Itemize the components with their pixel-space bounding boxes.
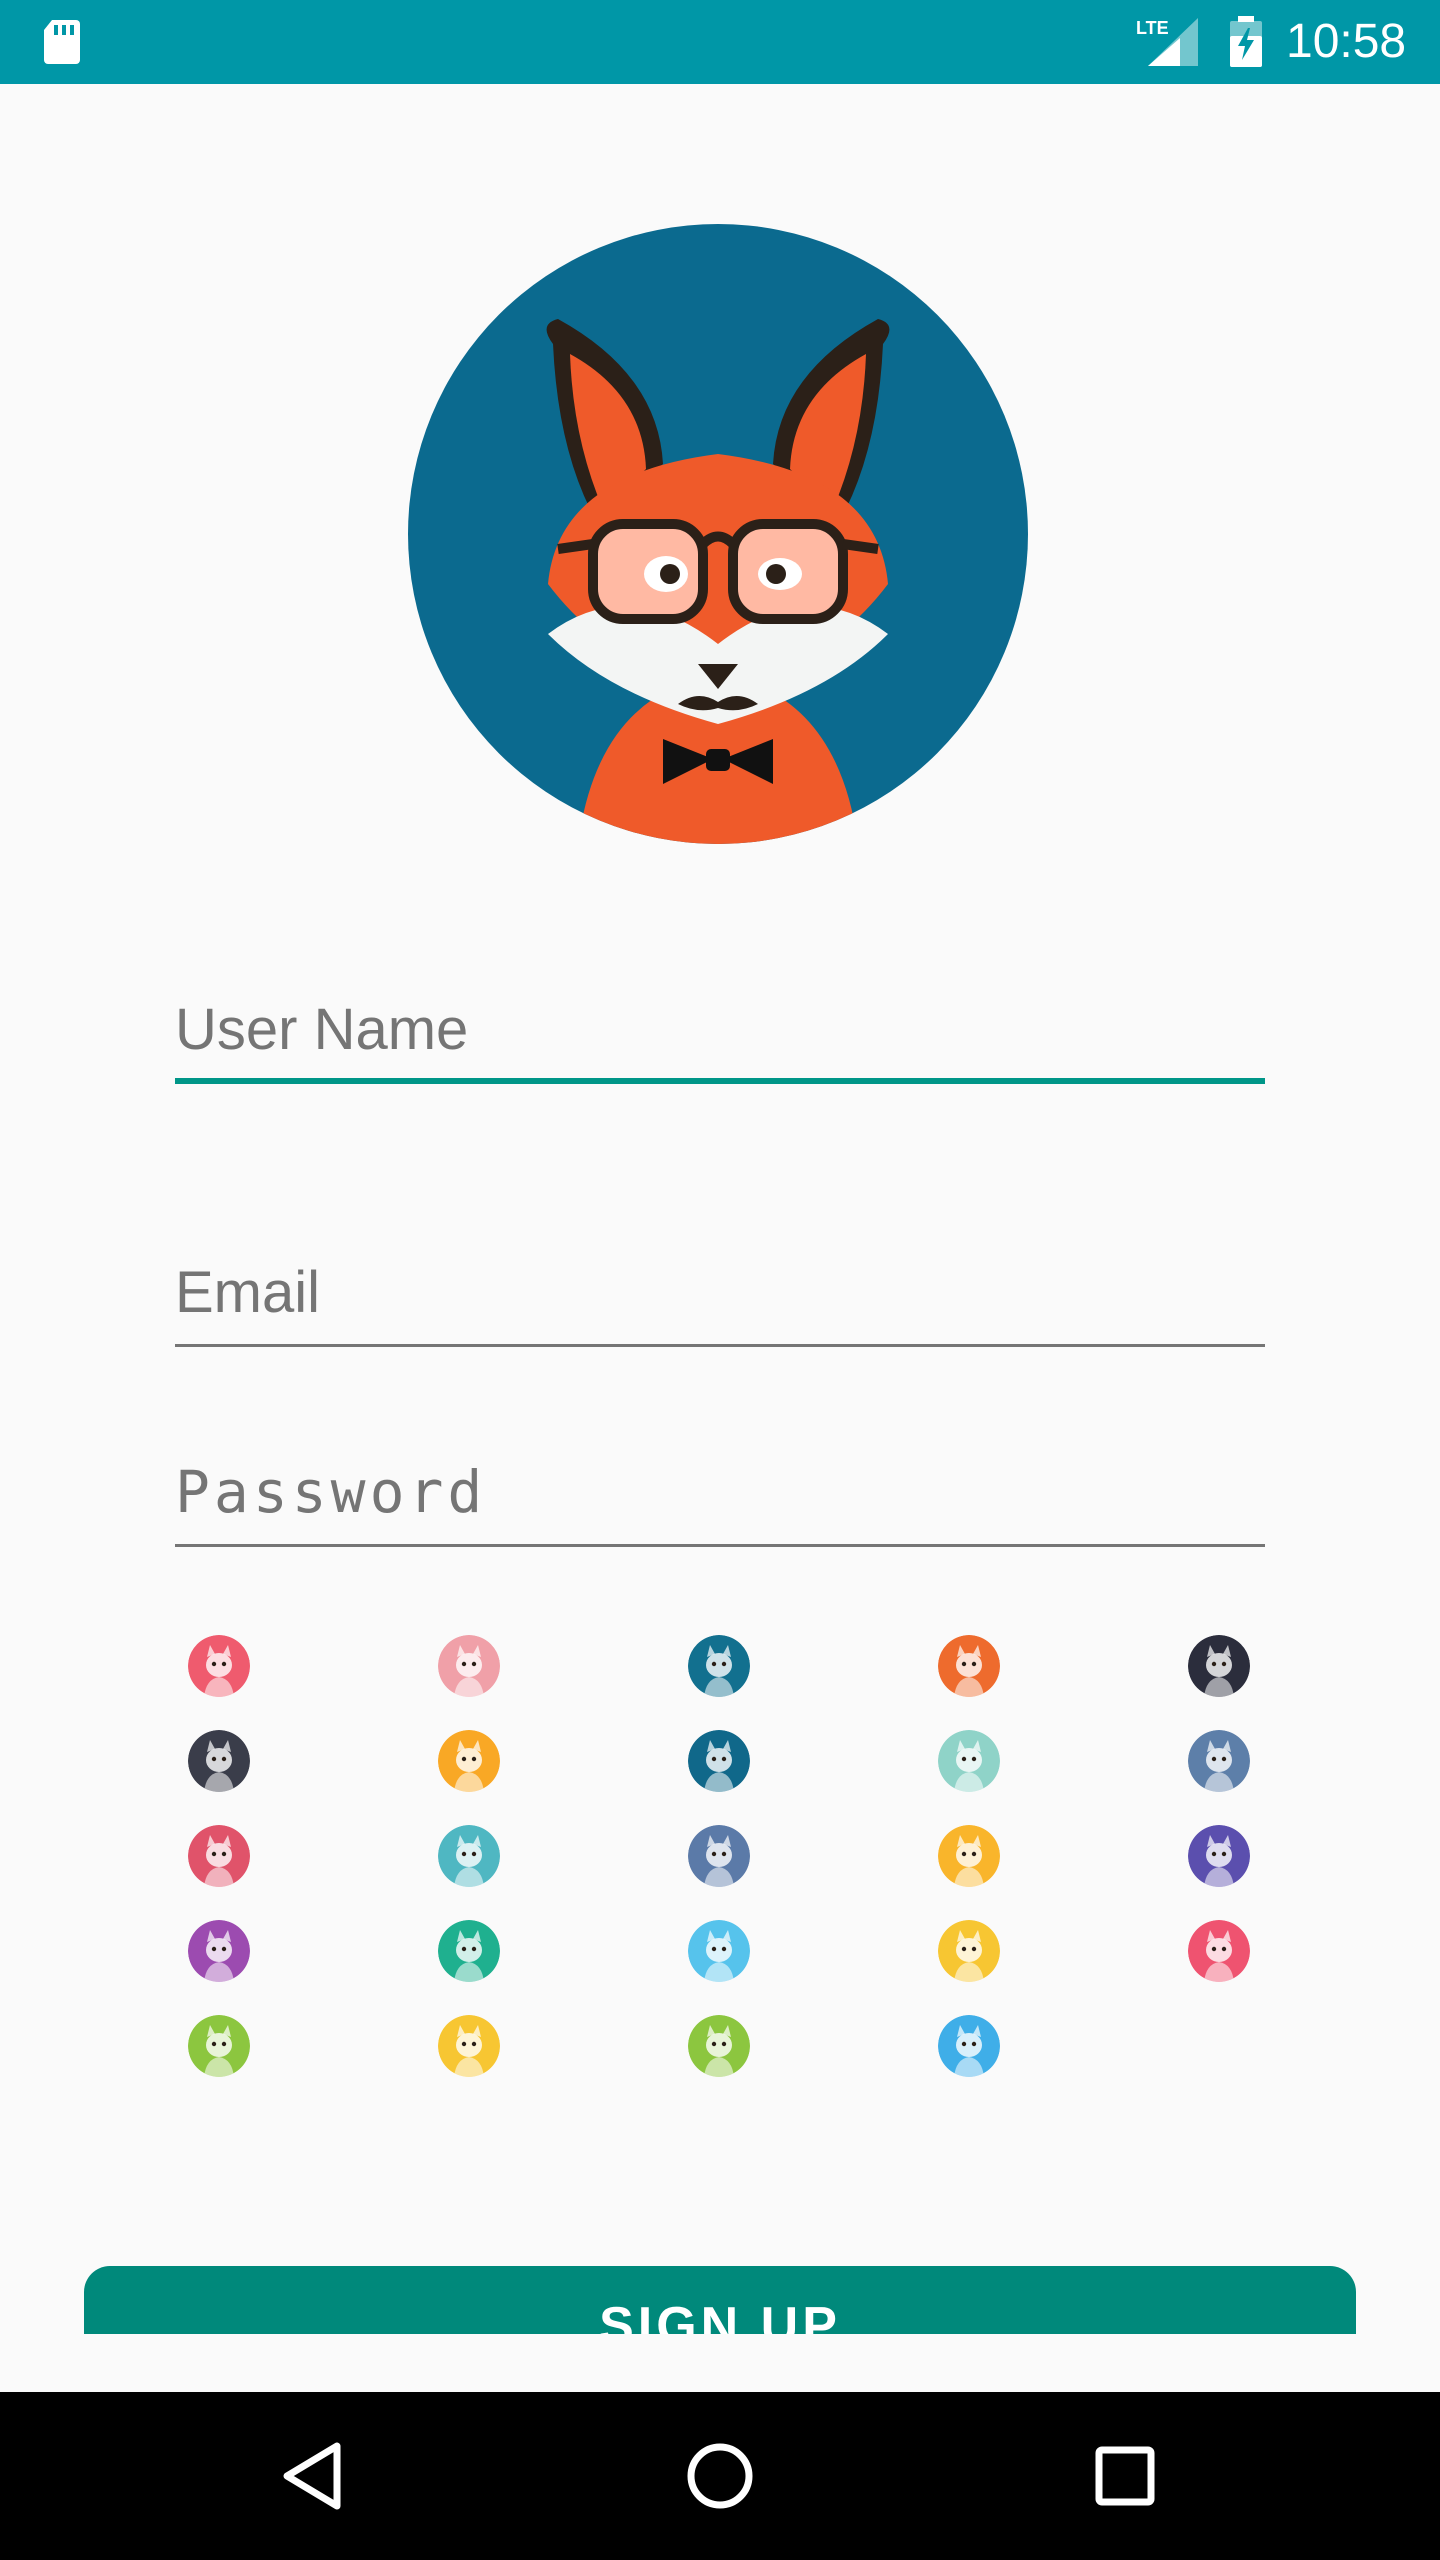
password-input[interactable]: [175, 1447, 1265, 1537]
signup-form-screen: SIGN UP: [0, 84, 1440, 2334]
avatar-option-gorilla-icon[interactable]: [1188, 1920, 1250, 1982]
back-triangle-icon[interactable]: [275, 2436, 355, 2516]
avatar-option-fox-green-icon[interactable]: [688, 2015, 750, 2077]
sd-card-icon: [44, 20, 80, 64]
home-circle-icon[interactable]: [680, 2436, 760, 2516]
avatar-option-hamster-icon[interactable]: [938, 1920, 1000, 1982]
avatar-option-koala-icon[interactable]: [438, 2015, 500, 2077]
email-field: [175, 1247, 1265, 1347]
avatar-option-schnauzer-icon[interactable]: [688, 1920, 750, 1982]
lte-signal-icon: LTE: [1136, 18, 1198, 66]
avatar-option-monster-icon[interactable]: [1188, 1825, 1250, 1887]
avatar-option-deer-icon[interactable]: [938, 1730, 1000, 1792]
battery-charging-icon: [1230, 16, 1262, 67]
email-underline: [175, 1344, 1265, 1347]
avatar-option-monkey-icon[interactable]: [438, 1825, 500, 1887]
avatar-option-chick-icon[interactable]: [438, 1920, 500, 1982]
avatar-option-fox-glasses-icon[interactable]: [688, 1730, 750, 1792]
signup-button[interactable]: SIGN UP: [84, 2266, 1356, 2334]
avatar-option-owl-icon[interactable]: [188, 1825, 250, 1887]
username-underline: [175, 1078, 1265, 1084]
username-field: [175, 984, 1265, 1084]
navigation-bar: [0, 2392, 1440, 2560]
password-underline: [175, 1544, 1265, 1547]
avatar-option-fox-icon[interactable]: [688, 1635, 750, 1697]
avatar-option-panda-icon[interactable]: [938, 1825, 1000, 1887]
username-input[interactable]: [175, 984, 1265, 1074]
status-bar: LTE 10:58: [0, 0, 1440, 84]
email-input[interactable]: [175, 1247, 1265, 1337]
recents-square-icon[interactable]: [1085, 2436, 1165, 2516]
avatar-option-tiger-blue-icon[interactable]: [938, 2015, 1000, 2077]
avatar-option-robot-icon[interactable]: [188, 1730, 250, 1792]
network-label: LTE: [1136, 18, 1169, 38]
avatar-option-ninja-icon[interactable]: [1188, 1635, 1250, 1697]
avatar-option-dog-icon[interactable]: [438, 1730, 500, 1792]
avatar-option-lion-icon[interactable]: [188, 2015, 250, 2077]
avatar-option-bear-icon[interactable]: [438, 1635, 500, 1697]
avatar-option-rabbit-icon[interactable]: [188, 1635, 250, 1697]
avatar-option-rooster-icon[interactable]: [688, 1825, 750, 1887]
password-field: [175, 1447, 1265, 1547]
avatar-picker-grid: [188, 1635, 1250, 2077]
profile-avatar-image[interactable]: [408, 224, 1028, 844]
status-time: 10:58: [1286, 15, 1407, 68]
avatar-option-cat-icon[interactable]: [938, 1635, 1000, 1697]
avatar-option-tiger-icon[interactable]: [1188, 1730, 1250, 1792]
avatar-option-frog-icon[interactable]: [188, 1920, 250, 1982]
